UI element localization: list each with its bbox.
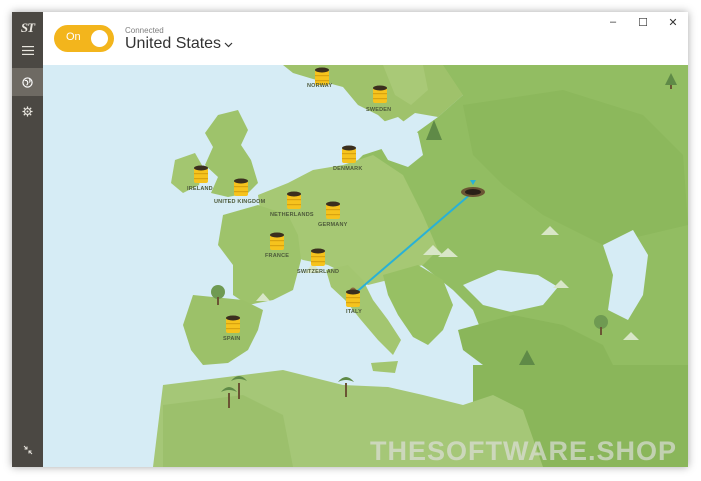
connection-status: Connected: [125, 26, 164, 35]
vpn-on-toggle[interactable]: On: [54, 25, 114, 52]
location-label-spain: SPAIN: [223, 336, 241, 342]
app-window: ST On Connected United States – ☐ ✕ NORW…: [12, 12, 688, 467]
sidebar: ST: [12, 12, 43, 467]
maximize-button[interactable]: ☐: [628, 13, 658, 31]
country-selector[interactable]: United States: [125, 35, 233, 53]
location-label-ireland: IRELAND: [187, 186, 213, 192]
world-map[interactable]: NORWAY SWEDEN DENMARK IRELAND UNITED KIN…: [43, 65, 688, 467]
location-label-italy: ITALY: [346, 309, 362, 315]
minimize-button[interactable]: –: [598, 13, 628, 31]
watermark-text: THESOFTWARE.SHOP: [370, 436, 678, 466]
barrel-italy-connected[interactable]: [345, 287, 361, 307]
barrel-netherlands[interactable]: [286, 191, 302, 211]
barrel-sweden[interactable]: [372, 85, 388, 105]
barrel-united-kingdom[interactable]: [233, 178, 249, 198]
location-label-sweden: SWEDEN: [366, 107, 392, 113]
location-label-netherlands: NETHERLANDS: [270, 212, 314, 218]
close-button[interactable]: ✕: [658, 13, 688, 31]
barrel-spain[interactable]: [225, 315, 241, 335]
globe-icon[interactable]: [12, 68, 43, 96]
selected-country: United States: [125, 35, 222, 52]
location-label-denmark: DENMARK: [333, 166, 363, 172]
gear-icon[interactable]: [12, 97, 43, 125]
location-label-switzerland: SWITZERLAND: [297, 269, 340, 275]
toggle-label: On: [66, 31, 81, 43]
map-land: [153, 65, 688, 467]
barrel-denmark[interactable]: [341, 145, 357, 165]
toggle-knob: [91, 30, 108, 47]
location-label-norway: NORWAY: [307, 83, 333, 89]
barrel-switzerland[interactable]: [310, 248, 326, 268]
chevron-down-icon: [224, 35, 233, 53]
hamburger-menu-icon[interactable]: [12, 36, 43, 64]
barrel-france[interactable]: [269, 232, 285, 252]
barrel-germany[interactable]: [325, 201, 341, 221]
location-label-germany: GERMANY: [318, 222, 348, 228]
header-bar: On Connected United States – ☐ ✕: [43, 12, 688, 65]
location-label-france: FRANCE: [265, 253, 290, 259]
compress-arrows-icon[interactable]: [12, 436, 43, 464]
location-label-united-kingdom: UNITED KINGDOM: [214, 199, 266, 205]
barrel-ireland[interactable]: [193, 165, 209, 185]
